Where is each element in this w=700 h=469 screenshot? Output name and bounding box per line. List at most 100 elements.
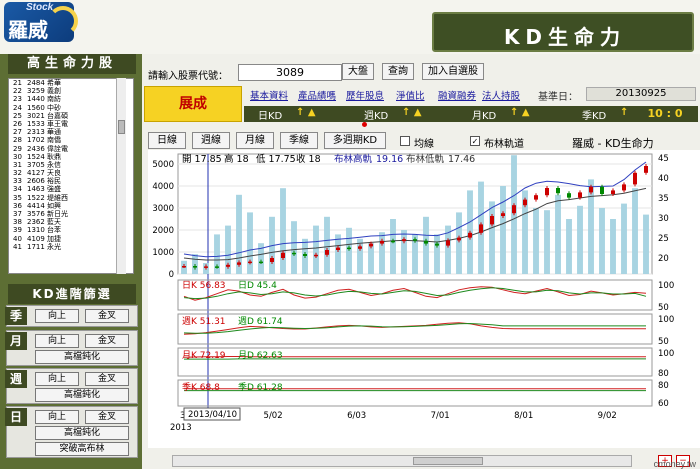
list-item[interactable]: 41 1711 永光	[9, 243, 133, 251]
kd-tick-label: 100	[658, 281, 674, 291]
list-item[interactable]: 29 2436 偉詮電	[9, 145, 133, 153]
price-close: 收 18	[296, 153, 321, 165]
boll-upper-label: 布林高軌	[334, 153, 373, 165]
day-cross-button[interactable]: 金叉	[85, 410, 129, 424]
list-item[interactable]: 21 2484 希華	[9, 79, 133, 87]
stock-rank: 27	[13, 128, 22, 137]
hot-stocks-scrollbar[interactable]	[116, 78, 126, 274]
list-item[interactable]: 26 1533 車王電	[9, 120, 133, 128]
list-item[interactable]: 31 3705 永信	[9, 161, 133, 169]
volume-tick-label: 2000	[152, 226, 174, 236]
list-item[interactable]: 34 1463 強盛	[9, 185, 133, 193]
app-header: Stock 羅威 KD生命力	[0, 0, 700, 54]
list-item[interactable]: 32 4127 天良	[9, 169, 133, 177]
candle-body	[600, 186, 604, 194]
list-item[interactable]: 25 3021 台嘉碩	[9, 112, 133, 120]
candle-body	[237, 262, 241, 265]
stock-code: 1702	[27, 136, 45, 145]
link-product-performance[interactable]: 產品績嗎	[298, 88, 336, 102]
stock-rank: 41	[13, 242, 22, 251]
volume-bar	[566, 219, 572, 274]
season-cross-button[interactable]: 金叉	[85, 309, 129, 323]
stock-rank: 25	[13, 111, 22, 120]
link-dividends[interactable]: 歷年股息	[346, 88, 384, 102]
candle-body	[589, 186, 593, 193]
volume-bar	[500, 186, 506, 274]
stock-code: 4109	[27, 234, 45, 243]
candle-body	[380, 240, 384, 244]
list-item[interactable]: 22 3259 義創	[9, 87, 133, 95]
list-item[interactable]: 30 1524 耿鼎	[9, 153, 133, 161]
query-button[interactable]: 查詢	[382, 63, 414, 80]
link-institutional[interactable]: 法人持股	[482, 88, 520, 102]
stock-info-bar: 展成 基本資料 產品績嗎 歷年股息 淨值比 融資融券 法人持股 基準日： 201…	[142, 86, 700, 122]
stock-name: 展成	[144, 86, 242, 122]
volume-bar	[247, 212, 253, 274]
bollinger-checkbox[interactable]: ✓	[470, 136, 480, 146]
scroll-thumb[interactable]	[118, 120, 125, 134]
list-item[interactable]: 39 1310 台苯	[9, 226, 133, 234]
stock-code: 2606	[27, 177, 45, 186]
season-kd-label: 季KD	[582, 111, 607, 122]
stock-rank: 26	[13, 119, 22, 128]
volume-bar	[544, 210, 550, 274]
active-tab-indicator	[362, 122, 367, 127]
candle-body	[193, 266, 197, 268]
stock-code-input[interactable]	[238, 64, 342, 81]
candle-body	[369, 243, 373, 247]
list-item[interactable]: 28 1702 南僑	[9, 136, 133, 144]
tab-monthly[interactable]: 月線	[236, 132, 274, 149]
list-item[interactable]: 33 2606 裕民	[9, 177, 133, 185]
tab-multi-period-kd[interactable]: 多週期KD	[324, 132, 386, 149]
link-basic-info[interactable]: 基本資料	[250, 88, 288, 102]
list-item[interactable]: 36 4414 如興	[9, 202, 133, 210]
stock-rank: 39	[13, 226, 22, 235]
link-margin[interactable]: 融資融券	[438, 88, 476, 102]
list-item[interactable]: 37 3576 新日光	[9, 210, 133, 218]
candle-body	[611, 190, 615, 194]
stock-name: 希華	[47, 79, 61, 87]
stock-chart[interactable]: 5000400030002000100004540353025203/25/02…	[148, 150, 700, 448]
stock-name: 永光	[47, 242, 61, 251]
candle-body	[358, 246, 362, 249]
week-kd-label: 週KD	[364, 111, 389, 122]
week-up-button[interactable]: 向上	[35, 372, 79, 386]
logo-name-text: 羅威	[8, 18, 48, 42]
tab-daily[interactable]: 日線	[148, 132, 186, 149]
volume-bar	[357, 238, 363, 274]
candle-body	[402, 239, 406, 242]
month-passive-button[interactable]: 高檔鈍化	[35, 350, 129, 364]
season-up-button[interactable]: 向上	[35, 309, 79, 323]
volume-bar	[533, 208, 539, 274]
week-cross-button[interactable]: 金叉	[85, 372, 129, 386]
day-breakout-button[interactable]: 突破高布林	[35, 442, 129, 456]
chart-hscrollbar[interactable]	[172, 455, 632, 467]
chart-bottom-bar: + −	[142, 453, 700, 469]
add-watchlist-button[interactable]: 加入自選股	[422, 63, 484, 80]
filter-week: 週 向上 金叉 高檔鈍化	[5, 368, 138, 404]
volume-bar	[280, 188, 286, 274]
avg-line-checkbox[interactable]	[400, 136, 410, 146]
week-passive-button[interactable]: 高檔鈍化	[35, 388, 129, 402]
day-up-button[interactable]: 向上	[35, 410, 79, 424]
volume-bar	[456, 212, 462, 274]
stock-rank: 29	[13, 144, 22, 153]
market-button[interactable]: 大盤	[342, 63, 374, 80]
season-kd-arrows: ↑	[620, 107, 629, 118]
month-cross-button[interactable]: 金叉	[85, 334, 129, 348]
list-item[interactable]: 35 1522 堤維西	[9, 194, 133, 202]
list-item[interactable]: 38 2362 藍天	[9, 218, 133, 226]
link-pb-ratio[interactable]: 淨值比	[396, 88, 425, 102]
list-item[interactable]: 27 2313 華通	[9, 128, 133, 136]
stock-rank: 30	[13, 152, 22, 161]
hscroll-thumb[interactable]	[413, 457, 483, 465]
list-item[interactable]: 40 4109 加捷	[9, 235, 133, 243]
tab-quarterly[interactable]: 季線	[280, 132, 318, 149]
list-item[interactable]: 23 1440 南紡	[9, 95, 133, 103]
tab-weekly[interactable]: 週線	[192, 132, 230, 149]
day-passive-button[interactable]: 高檔鈍化	[35, 426, 129, 440]
volume-bar	[346, 227, 352, 274]
hot-stocks-title: 高生命力股	[8, 54, 136, 74]
list-item[interactable]: 24 1560 中砂	[9, 104, 133, 112]
month-up-button[interactable]: 向上	[35, 334, 79, 348]
